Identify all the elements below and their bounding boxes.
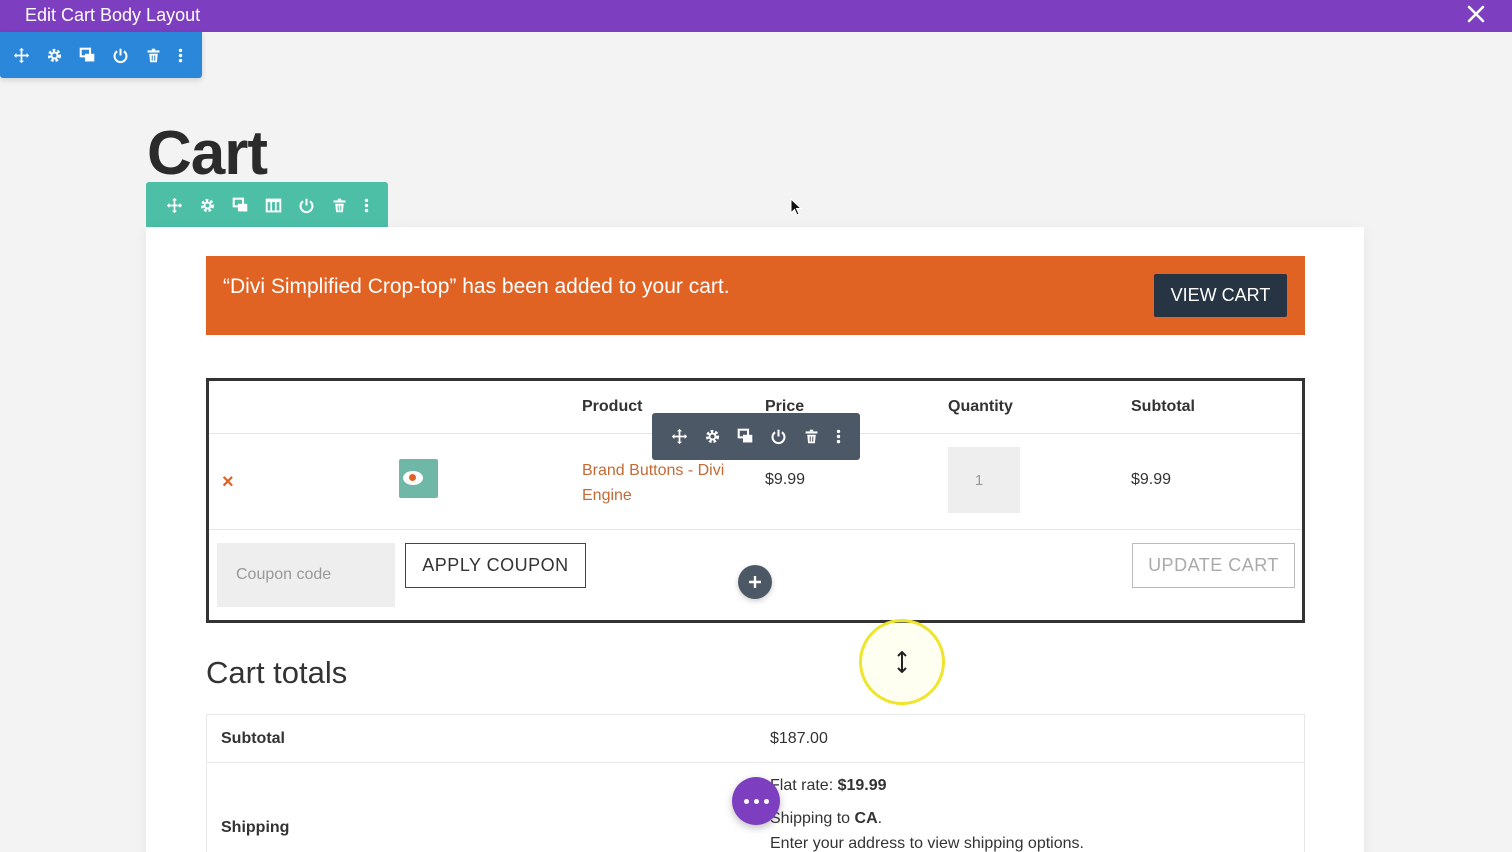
remove-item-icon[interactable]: ×: [222, 471, 234, 494]
plus-icon: [749, 576, 761, 588]
shipping-to-text: Shipping to CA.: [770, 810, 882, 828]
duplicate-icon[interactable]: [224, 182, 257, 228]
item-price: $9.99: [765, 471, 806, 488]
dot-icon: [763, 798, 769, 804]
duplicate-icon[interactable]: [71, 32, 104, 78]
flat-rate-prefix: Flat rate:: [770, 777, 838, 794]
header-product: Product: [582, 398, 643, 415]
mouse-pointer-icon: [790, 197, 803, 223]
columns-icon[interactable]: [257, 182, 290, 228]
update-cart-button[interactable]: UPDATE CART: [1132, 543, 1295, 588]
divider: [209, 529, 1302, 530]
more-icon[interactable]: [170, 32, 190, 78]
module-toolbar: [652, 413, 860, 460]
trash-icon[interactable]: [137, 32, 170, 78]
address-note: Enter your address to view shipping opti…: [770, 835, 1084, 852]
move-icon[interactable]: [663, 413, 696, 460]
settings-icon[interactable]: [191, 182, 224, 228]
add-module-button[interactable]: [738, 565, 772, 599]
divider: [207, 762, 1304, 763]
builder-title-bar: Edit Cart Body Layout: [0, 0, 1512, 32]
flat-rate-value: $19.99: [837, 777, 887, 794]
duplicate-icon[interactable]: [729, 413, 762, 460]
more-icon[interactable]: [356, 182, 376, 228]
shipping-to-value: CA: [854, 810, 878, 827]
row-toolbar: [146, 182, 388, 228]
shipping-to-suffix: .: [877, 810, 883, 827]
cart-totals-title: Cart totals: [206, 655, 348, 690]
power-icon[interactable]: [762, 413, 795, 460]
shipping-to-prefix: Shipping to: [770, 810, 855, 827]
power-icon[interactable]: [104, 32, 137, 78]
page-title: Cart: [147, 119, 268, 188]
move-icon[interactable]: [158, 182, 191, 228]
item-subtotal: $9.99: [1131, 471, 1172, 488]
move-icon[interactable]: [5, 32, 38, 78]
subtotal-label: Subtotal: [221, 730, 285, 747]
view-cart-button[interactable]: VIEW CART: [1154, 274, 1287, 317]
close-icon[interactable]: [1464, 2, 1488, 26]
product-thumbnail[interactable]: [399, 459, 438, 498]
dot-icon: [753, 798, 759, 804]
quantity-input[interactable]: 1: [948, 447, 1020, 513]
dot-icon: [743, 798, 749, 804]
cursor-highlight: [859, 619, 945, 705]
trash-icon[interactable]: [323, 182, 356, 228]
cart-notice: “Divi Simplified Crop-top” has been adde…: [206, 256, 1305, 335]
shipping-label: Shipping: [221, 819, 290, 836]
window-title: Edit Cart Body Layout: [25, 5, 201, 25]
apply-coupon-button[interactable]: APPLY COUPON: [405, 543, 586, 588]
notice-message: “Divi Simplified Crop-top” has been adde…: [223, 275, 730, 298]
resize-cursor-icon: [897, 651, 907, 673]
product-link[interactable]: Brand Buttons - Divi Engine: [582, 458, 752, 508]
subtotal-value: $187.00: [770, 730, 828, 747]
settings-icon[interactable]: [696, 413, 729, 460]
more-icon[interactable]: [828, 413, 848, 460]
power-icon[interactable]: [290, 182, 323, 228]
page-settings-button[interactable]: [732, 777, 780, 825]
flat-rate-text: Flat rate: $19.99: [770, 777, 887, 795]
trash-icon[interactable]: [795, 413, 828, 460]
settings-icon[interactable]: [38, 32, 71, 78]
header-quantity: Quantity: [948, 398, 1013, 415]
coupon-code-input[interactable]: Coupon code: [217, 543, 395, 607]
section-toolbar: [0, 32, 202, 78]
header-subtotal: Subtotal: [1131, 398, 1195, 415]
